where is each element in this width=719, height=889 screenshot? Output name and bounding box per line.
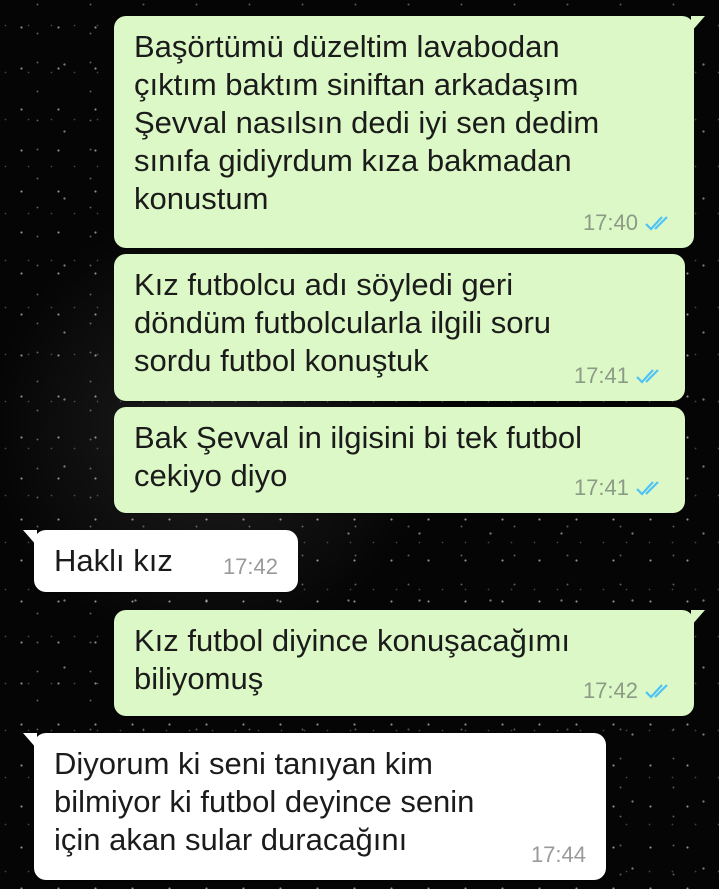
- message-meta: 17:42: [223, 548, 278, 586]
- message-time: 17:40: [582, 210, 638, 235]
- double-check-read-icon: [635, 479, 665, 497]
- message-meta: 17:42: [583, 672, 674, 710]
- message-meta: 17:41: [574, 469, 665, 507]
- outgoing-message-bubble[interactable]: Bak Şevval in ilgisini bi tek futbol cek…: [114, 407, 685, 513]
- double-check-read-icon: [644, 214, 674, 232]
- message-text: Başörtümü düzeltim lavabodan çıktım bakt…: [134, 29, 600, 216]
- incoming-message-bubble[interactable]: Haklı kız 17:42: [23, 530, 298, 592]
- message-meta: 17:44: [531, 836, 586, 874]
- double-check-read-icon: [635, 367, 665, 385]
- message-time: 17:42: [222, 554, 278, 579]
- message-meta: 17:41: [574, 357, 665, 395]
- incoming-message-bubble[interactable]: Diyorum ki seni tanıyan kim bilmiyor ki …: [23, 733, 606, 880]
- message-time: 17:41: [573, 475, 629, 500]
- outgoing-message-bubble[interactable]: Başörtümü düzeltim lavabodan çıktım bakt…: [114, 16, 705, 248]
- message-time: 17:44: [530, 842, 586, 867]
- message-text: Diyorum ki seni tanıyan kim bilmiyor ki …: [54, 746, 475, 857]
- message-time: 17:41: [573, 363, 629, 388]
- message-meta: 17:40: [583, 204, 674, 242]
- outgoing-message-bubble[interactable]: Kız futbol diyince konuşacağımı biliyomu…: [114, 610, 705, 716]
- double-check-read-icon: [644, 682, 674, 700]
- message-time: 17:42: [582, 678, 638, 703]
- outgoing-message-bubble[interactable]: Kız futbolcu adı söyledi geri döndüm fut…: [114, 254, 685, 401]
